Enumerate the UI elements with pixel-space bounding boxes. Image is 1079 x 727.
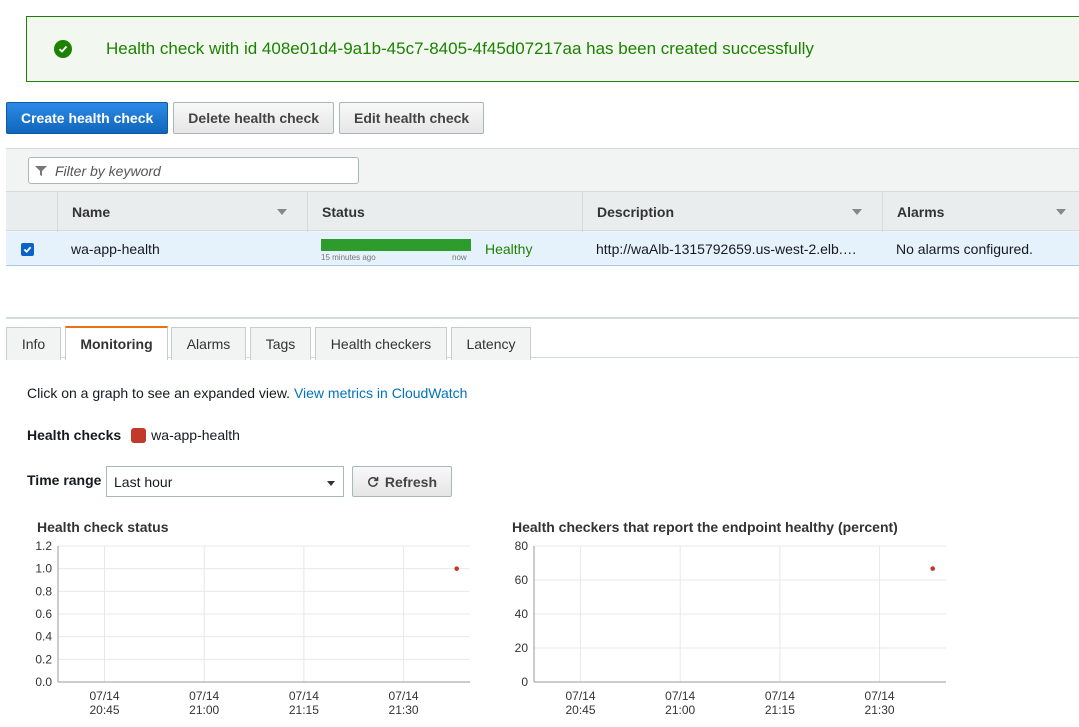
- health-checks-label: Health checks: [27, 427, 122, 443]
- delete-health-check-button[interactable]: Delete health check: [173, 102, 335, 134]
- health-checks-legend: Health checks wa-app-health: [27, 427, 240, 443]
- legend-name: wa-app-health: [151, 427, 240, 443]
- dropdown-caret-icon: [327, 481, 335, 486]
- y-tick-label: 80: [515, 539, 529, 553]
- x-tick-label: 07/14: [865, 689, 895, 703]
- y-tick-label: 1.2: [35, 539, 52, 553]
- table-header: Name Status Description Alarms: [6, 191, 1079, 232]
- filter-icon: [35, 165, 47, 176]
- y-tick-label: 20: [515, 641, 529, 655]
- y-tick-label: 0.4: [35, 630, 52, 644]
- x-tick-label: 07/14: [289, 689, 319, 703]
- x-tick-label: 21:00: [665, 703, 695, 717]
- filter-placeholder: Filter by keyword: [55, 162, 161, 179]
- tab-alarms[interactable]: Alarms: [171, 327, 246, 360]
- table-row[interactable]: wa-app-health 15 minutes ago now Healthy…: [6, 232, 1079, 266]
- x-tick-label: 07/14: [566, 689, 596, 703]
- chart-title-percent: Health checkers that report the endpoint…: [512, 519, 898, 535]
- sort-caret-icon: [852, 209, 862, 215]
- column-header-alarms[interactable]: Alarms: [882, 192, 1079, 232]
- health-status-chart[interactable]: 1.21.00.80.60.40.20.007/1420:4507/1421:0…: [6, 536, 486, 726]
- chart-title-status: Health check status: [37, 519, 169, 535]
- checkbox-checked-icon: [21, 242, 34, 256]
- legend-swatch: [131, 427, 147, 443]
- row-name: wa-app-health: [71, 241, 160, 257]
- action-toolbar: Create health check Delete health check …: [6, 102, 485, 134]
- y-tick-label: 0: [521, 675, 528, 689]
- column-header-status[interactable]: Status: [307, 192, 582, 232]
- x-tick-label: 07/14: [389, 689, 419, 703]
- row-alarms: No alarms configured.: [896, 241, 1033, 257]
- create-health-check-button[interactable]: Create health check: [6, 102, 169, 134]
- tab-info[interactable]: Info: [6, 327, 61, 360]
- row-status: Healthy: [485, 241, 533, 257]
- hint-text: Click on a graph to see an expanded view…: [27, 385, 291, 401]
- x-tick-label: 07/14: [90, 689, 120, 703]
- sort-caret-icon: [277, 209, 287, 215]
- healthy-percent-chart[interactable]: 80604020007/1420:4507/1421:0007/1421:150…: [482, 536, 962, 726]
- status-bar-end-label: now: [452, 253, 467, 262]
- x-tick-label: 20:45: [566, 703, 596, 717]
- x-tick-label: 07/14: [189, 689, 219, 703]
- y-tick-label: 1.0: [35, 562, 52, 576]
- refresh-label: Refresh: [384, 473, 437, 490]
- x-tick-label: 07/14: [665, 689, 695, 703]
- y-tick-label: 60: [515, 573, 529, 587]
- view-cloudwatch-link[interactable]: View metrics in CloudWatch: [294, 385, 468, 401]
- data-point: [454, 566, 460, 571]
- health-status-bar-fill: [321, 239, 471, 251]
- column-header-description[interactable]: Description: [582, 192, 882, 232]
- time-range-select[interactable]: Last hour: [106, 466, 344, 497]
- data-point: [930, 566, 936, 571]
- x-tick-label: 21:15: [765, 703, 795, 717]
- check-circle-icon: [54, 40, 72, 58]
- row-checkbox[interactable]: [21, 232, 34, 266]
- monitoring-hint: Click on a graph to see an expanded view…: [27, 385, 467, 401]
- row-description: http://waAlb-1315792659.us-west-2.elb.…: [596, 241, 857, 257]
- x-tick-label: 21:30: [865, 703, 895, 717]
- tab-monitoring[interactable]: Monitoring: [65, 326, 168, 360]
- filter-input[interactable]: Filter by keyword: [28, 157, 359, 184]
- y-tick-label: 0.6: [35, 607, 52, 621]
- flash-message: Health check with id 408e01d4-9a1b-45c7-…: [106, 39, 814, 58]
- refresh-icon: [368, 476, 379, 487]
- x-tick-label: 21:15: [289, 703, 319, 717]
- x-tick-label: 21:30: [389, 703, 419, 717]
- y-tick-label: 0.2: [35, 652, 52, 666]
- time-range-value: Last hour: [114, 473, 173, 490]
- health-checks-grid: Filter by keyword Name Status Descriptio…: [6, 148, 1079, 266]
- tab-health-checkers[interactable]: Health checkers: [315, 327, 447, 360]
- x-tick-label: 07/14: [765, 689, 795, 703]
- x-tick-label: 21:00: [189, 703, 219, 717]
- x-tick-label: 20:45: [90, 703, 120, 717]
- time-range-label: Time range: [27, 472, 102, 488]
- column-header-name[interactable]: Name: [57, 192, 307, 232]
- edit-health-check-button[interactable]: Edit health check: [339, 102, 485, 134]
- detail-tabs: Info Monitoring Alarms Tags Health check…: [6, 317, 1079, 360]
- y-tick-label: 0.8: [35, 584, 52, 598]
- sort-caret-icon: [1056, 209, 1066, 215]
- refresh-button[interactable]: Refresh: [352, 466, 452, 497]
- y-tick-label: 40: [515, 607, 529, 621]
- monitoring-panel: Click on a graph to see an expanded view…: [6, 358, 1079, 727]
- status-bar-start-label: 15 minutes ago: [321, 253, 376, 262]
- tab-latency[interactable]: Latency: [451, 327, 531, 360]
- success-flash-banner: Health check with id 408e01d4-9a1b-45c7-…: [26, 16, 1079, 82]
- tab-tags[interactable]: Tags: [250, 327, 311, 360]
- y-tick-label: 0.0: [35, 675, 52, 689]
